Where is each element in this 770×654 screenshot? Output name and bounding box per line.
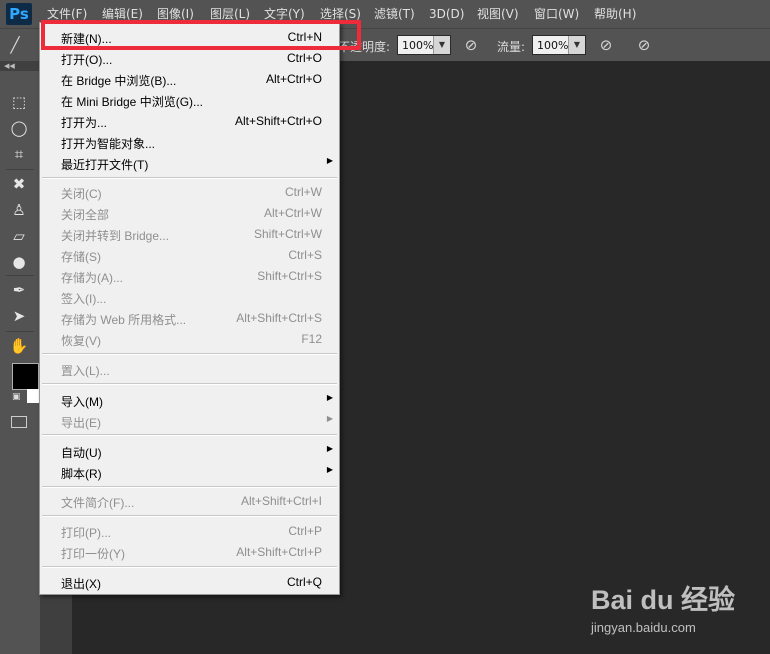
quick-mask-icon[interactable] <box>11 416 27 428</box>
menu-item-close[interactable]: 关闭(C) Ctrl+W <box>40 182 339 203</box>
lasso-icon[interactable]: ◯ <box>8 118 30 138</box>
toolbar-divider <box>6 275 34 276</box>
pressure-opacity-icon[interactable]: ⊘ <box>462 36 480 54</box>
flow-label: 流量: <box>497 40 526 54</box>
eraser-icon[interactable]: ▱ <box>8 226 30 246</box>
menu-separator <box>42 434 337 436</box>
menu-item-open-smart-object[interactable]: 打开为智能对象... <box>40 132 339 153</box>
menu-item-automate[interactable]: 自动(U) ▶ <box>40 441 339 462</box>
swap-colors-icon[interactable]: ▣ <box>12 392 21 402</box>
menu-separator <box>42 515 337 517</box>
pen-icon[interactable]: ✒ <box>8 280 30 300</box>
menu-item-close-all[interactable]: 关闭全部 Alt+Ctrl+W <box>40 203 339 224</box>
menu-separator <box>42 566 337 568</box>
collapse-toolbar-icon[interactable]: ◀◀ <box>0 61 40 71</box>
menu-separator <box>42 486 337 488</box>
submenu-arrow-icon: ▶ <box>326 465 333 474</box>
menu-item-scripts[interactable]: 脚本(R) ▶ <box>40 462 339 483</box>
menu-item-close-go-bridge[interactable]: 关闭并转到 Bridge... Shift+Ctrl+W <box>40 224 339 245</box>
healing-brush-icon[interactable]: ✖ <box>8 174 30 194</box>
marquee-icon[interactable]: ⬚ <box>8 92 30 112</box>
menu-item-open-as[interactable]: 打开为... Alt+Shift+Ctrl+O <box>40 111 339 132</box>
toolbar-divider <box>6 331 34 332</box>
submenu-arrow-icon: ▶ <box>326 156 333 165</box>
menu-item-save-for-web[interactable]: 存储为 Web 所用格式... Alt+Shift+Ctrl+S <box>40 308 339 329</box>
menu-filter[interactable]: 滤镜(T) <box>374 0 415 28</box>
background-color-swatch[interactable] <box>27 389 39 403</box>
brush-tool-icon[interactable]: ╱ <box>6 36 24 54</box>
menu-item-print-one-copy[interactable]: 打印一份(Y) Alt+Shift+Ctrl+P <box>40 542 339 563</box>
stamp-icon[interactable]: ♙ <box>8 200 30 220</box>
menu-item-save-as[interactable]: 存储为(A)... Shift+Ctrl+S <box>40 266 339 287</box>
menu-help[interactable]: 帮助(H) <box>594 0 636 28</box>
menu-separator <box>42 177 337 179</box>
menu-window[interactable]: 窗口(W) <box>534 0 579 28</box>
menu-item-exit[interactable]: 退出(X) Ctrl+Q <box>40 572 339 593</box>
flow-select[interactable]: 100% ▼ <box>532 35 586 55</box>
menu-item-print[interactable]: 打印(P)... Ctrl+P <box>40 521 339 542</box>
menu-item-browse-mini-bridge[interactable]: 在 Mini Bridge 中浏览(G)... <box>40 90 339 111</box>
menu-item-place[interactable]: 置入(L)... <box>40 359 339 380</box>
pressure-size-icon[interactable]: ⊘ <box>635 36 653 54</box>
file-menu-dropdown: 新建(N)... Ctrl+N 打开(O)... Ctrl+O 在 Bridge 中… <box>39 22 340 595</box>
chevron-down-icon: ▼ <box>433 36 450 54</box>
path-select-icon[interactable]: ➤ <box>8 306 30 326</box>
submenu-arrow-icon: ▶ <box>326 414 333 423</box>
blur-drop-icon[interactable]: ● <box>8 252 30 272</box>
submenu-arrow-icon: ▶ <box>326 393 333 402</box>
menu-item-revert[interactable]: 恢复(V) F12 <box>40 329 339 350</box>
airbrush-icon[interactable]: ⊘ <box>597 36 615 54</box>
menu-item-import[interactable]: 导入(M) ▶ <box>40 390 339 411</box>
menu-view[interactable]: 视图(V) <box>477 0 519 28</box>
hand-icon[interactable]: ✋ <box>8 336 30 356</box>
photoshop-logo: Ps <box>6 3 32 25</box>
menu-item-browse-bridge[interactable]: 在 Bridge 中浏览(B)... Alt+Ctrl+O <box>40 69 339 90</box>
crop-icon[interactable]: ⌗ <box>8 144 30 164</box>
tools-panel: ◀◀ ⬚ ◯ ⌗ ✖ ♙ ▱ ● ✒ ➤ ✋ ▣ <box>0 61 41 654</box>
menu-item-recent-files[interactable]: 最近打开文件(T) ▶ <box>40 153 339 174</box>
foreground-color-swatch[interactable] <box>12 363 39 390</box>
menu-item-export[interactable]: 导出(E) ▶ <box>40 411 339 432</box>
watermark-logo: Bai du 经验 <box>591 585 736 615</box>
submenu-arrow-icon: ▶ <box>326 444 333 453</box>
baidu-jingyan-watermark: Bai du 经验 jingyan.baidu.com <box>585 568 765 648</box>
menu-item-save[interactable]: 存储(S) Ctrl+S <box>40 245 339 266</box>
chevron-down-icon: ▼ <box>568 36 585 54</box>
opacity-select[interactable]: 100% ▼ <box>397 35 451 55</box>
menu-item-check-in[interactable]: 签入(I)... <box>40 287 339 308</box>
watermark-url: jingyan.baidu.com <box>591 620 696 635</box>
menu-item-file-info[interactable]: 文件简介(F)... Alt+Shift+Ctrl+I <box>40 491 339 512</box>
menu-separator <box>42 383 337 385</box>
menu-item-open[interactable]: 打开(O)... Ctrl+O <box>40 48 339 69</box>
menu-3d[interactable]: 3D(D) <box>429 0 464 28</box>
menu-separator <box>42 353 337 355</box>
highlight-annotation <box>41 20 361 50</box>
toolbar-divider <box>6 169 34 170</box>
